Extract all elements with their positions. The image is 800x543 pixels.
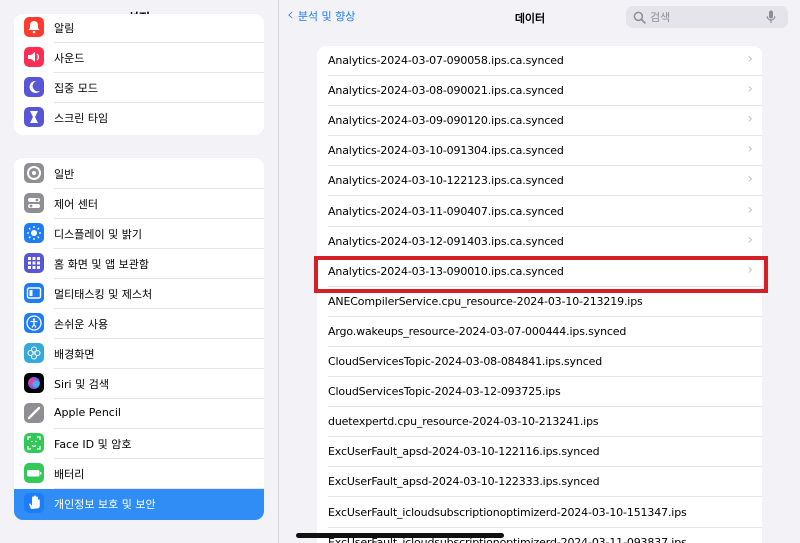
- file-name: ANECompilerService.cpu_resource-2024-03-…: [328, 294, 643, 308]
- sidebar-item-speaker[interactable]: 사운드: [14, 43, 264, 73]
- list-item[interactable]: Analytics-2024-03-08-090021.ips.ca.synce…: [317, 76, 762, 107]
- multitasking-icon: [24, 283, 44, 303]
- sidebar-item-battery[interactable]: 배터리: [14, 459, 264, 489]
- list-item[interactable]: Analytics-2024-03-12-091403.ips.ca.synce…: [317, 227, 762, 257]
- grid-icon: [24, 253, 44, 273]
- chevron-right-icon: ›: [747, 111, 753, 128]
- speaker-icon: [24, 47, 44, 67]
- list-item[interactable]: ExcUserFault_apsd-2024-03-10-122116.ips.…: [317, 437, 762, 468]
- toggles-icon: [24, 193, 44, 213]
- microphone-icon[interactable]: [766, 10, 776, 24]
- hourglass-icon: [24, 107, 44, 127]
- sidebar-item-label: 배터리: [54, 468, 85, 481]
- sidebar-item-bell[interactable]: 알림: [14, 14, 264, 43]
- sidebar-group-1: 알림사운드집중 모드스크린 타임: [14, 14, 264, 135]
- sidebar-item-moon[interactable]: 집중 모드: [14, 73, 264, 103]
- list-item[interactable]: CloudServicesTopic-2024-03-08-084841.ips…: [317, 347, 762, 377]
- sidebar-item-label: 스크린 타임: [54, 112, 109, 125]
- chevron-right-icon: ›: [747, 231, 753, 248]
- file-name: ExcUserFault_icloudsubscriptionoptimizer…: [328, 505, 687, 519]
- siri-icon: [24, 373, 44, 393]
- file-name: CloudServicesTopic-2024-03-12-093725.ips: [328, 385, 561, 399]
- file-name: Analytics-2024-03-11-090407.ips.ca.synce…: [328, 204, 564, 218]
- sidebar-group-2: 일반제어 센터디스플레이 및 밝기홈 화면 및 앱 보관함멀티태스킹 및 제스처…: [14, 158, 264, 520]
- sidebar-item-label: 제어 센터: [54, 198, 98, 211]
- chevron-right-icon: ›: [747, 201, 753, 218]
- file-name: CloudServicesTopic-2024-03-08-084841.ips…: [328, 355, 603, 368]
- file-name: ExcUserFault_apsd-2024-03-10-122333.ips.…: [328, 475, 600, 489]
- list-item-highlighted[interactable]: Analytics-2024-03-13-090010.ips.ca.synce…: [317, 257, 762, 287]
- sidebar-item-label: 집중 모드: [54, 82, 98, 95]
- sidebar-item-label: 알림: [54, 22, 75, 35]
- pencil-icon: [24, 403, 44, 423]
- file-name: Analytics-2024-03-08-090021.ips.ca.synce…: [328, 84, 564, 98]
- file-list: Analytics-2024-03-07-090058.ips.ca.synce…: [317, 46, 762, 543]
- chevron-right-icon: ›: [747, 261, 753, 278]
- file-name: Analytics-2024-03-07-090058.ips.ca.synce…: [328, 54, 564, 67]
- sidebar-item-flower[interactable]: 배경화면: [14, 339, 264, 369]
- sidebar-item-hourglass[interactable]: 스크린 타임: [14, 103, 264, 133]
- moon-icon: [24, 77, 44, 97]
- sidebar-item-label: 디스플레이 및 밝기: [54, 228, 142, 241]
- battery-icon: [24, 463, 44, 483]
- chevron-right-icon: ›: [747, 51, 753, 67]
- sidebar-item-accessibility[interactable]: 손쉬운 사용: [14, 309, 264, 339]
- hand-icon: [24, 493, 44, 513]
- chevron-right-icon: ›: [747, 141, 753, 158]
- list-item[interactable]: CloudServicesTopic-2024-03-12-093725.ips: [317, 377, 762, 408]
- sidebar-item-label: 배경화면: [54, 348, 95, 361]
- list-item[interactable]: Analytics-2024-03-10-122123.ips.ca.synce…: [317, 166, 762, 197]
- list-item[interactable]: ANECompilerService.cpu_resource-2024-03-…: [317, 287, 762, 317]
- gear-icon: [24, 163, 44, 183]
- sidebar-item-label: Apple Pencil: [54, 406, 121, 419]
- sidebar-item-gear[interactable]: 일반: [14, 159, 264, 189]
- list-item[interactable]: duetexpertd.cpu_resource-2024-03-10-2132…: [317, 407, 762, 438]
- list-item[interactable]: ExcUserFault_icloudsubscriptionoptimizer…: [317, 498, 762, 528]
- sidebar-item-hand[interactable]: 개인정보 보호 및 보안: [14, 489, 264, 520]
- list-item[interactable]: ExcUserFault_apsd-2024-03-10-122333.ips.…: [317, 467, 762, 498]
- sidebar-item-sun[interactable]: 디스플레이 및 밝기: [14, 219, 264, 249]
- search-input[interactable]: [650, 10, 762, 24]
- list-item[interactable]: Analytics-2024-03-07-090058.ips.ca.synce…: [317, 46, 762, 76]
- sidebar-item-label: 개인정보 보호 및 보안: [54, 498, 156, 511]
- sidebar-item-toggles[interactable]: 제어 센터: [14, 189, 264, 219]
- settings-sidebar: 설정 알림사운드집중 모드스크린 타임 일반제어 센터디스플레이 및 밝기홈 화…: [0, 0, 279, 543]
- sidebar-item-label: Siri 및 검색: [54, 378, 109, 391]
- sidebar-item-label: 사운드: [54, 52, 85, 65]
- file-name: Argo.wakeups_resource-2024-03-07-000444.…: [328, 324, 627, 338]
- chevron-right-icon: ›: [747, 81, 753, 98]
- chevron-right-icon: ›: [747, 171, 753, 188]
- file-name: duetexpertd.cpu_resource-2024-03-10-2132…: [328, 415, 599, 429]
- search-field[interactable]: [626, 6, 788, 28]
- bell-icon: [24, 17, 44, 37]
- list-item[interactable]: Analytics-2024-03-10-091304.ips.ca.synce…: [317, 136, 762, 167]
- sidebar-item-faceid[interactable]: Face ID 및 암호: [14, 429, 264, 459]
- file-name: Analytics-2024-03-13-090010.ips.ca.synce…: [328, 264, 564, 278]
- sidebar-item-grid[interactable]: 홈 화면 및 앱 보관함: [14, 249, 264, 279]
- sidebar-item-label: Face ID 및 암호: [54, 438, 132, 451]
- main-pane: ‹ 분석 및 향상 데이터 Analytics-2024-03-07-09005…: [280, 0, 800, 543]
- accessibility-icon: [24, 313, 44, 333]
- home-indicator: [296, 533, 504, 538]
- file-name: Analytics-2024-03-12-091403.ips.ca.synce…: [328, 234, 564, 248]
- sidebar-item-label: 홈 화면 및 앱 보관함: [54, 258, 149, 271]
- sidebar-item-label: 일반: [54, 168, 75, 181]
- search-icon: [633, 11, 646, 24]
- faceid-icon: [24, 433, 44, 453]
- list-item[interactable]: Argo.wakeups_resource-2024-03-07-000444.…: [317, 317, 762, 347]
- sun-icon: [24, 223, 44, 243]
- flower-icon: [24, 343, 44, 363]
- file-name: ExcUserFault_apsd-2024-03-10-122116.ips.…: [328, 445, 600, 459]
- sidebar-item-label: 손쉬운 사용: [54, 318, 109, 331]
- list-item[interactable]: Analytics-2024-03-09-090120.ips.ca.synce…: [317, 106, 762, 137]
- sidebar-item-pencil[interactable]: Apple Pencil: [14, 399, 264, 429]
- file-name: Analytics-2024-03-10-091304.ips.ca.synce…: [328, 144, 564, 158]
- list-item[interactable]: Analytics-2024-03-11-090407.ips.ca.synce…: [317, 197, 762, 227]
- sidebar-item-multitasking[interactable]: 멀티태스킹 및 제스처: [14, 279, 264, 309]
- file-name: Analytics-2024-03-09-090120.ips.ca.synce…: [328, 114, 564, 128]
- sidebar-item-label: 멀티태스킹 및 제스처: [54, 288, 153, 301]
- file-name: Analytics-2024-03-10-122123.ips.ca.synce…: [328, 174, 564, 188]
- sidebar-item-siri[interactable]: Siri 및 검색: [14, 369, 264, 399]
